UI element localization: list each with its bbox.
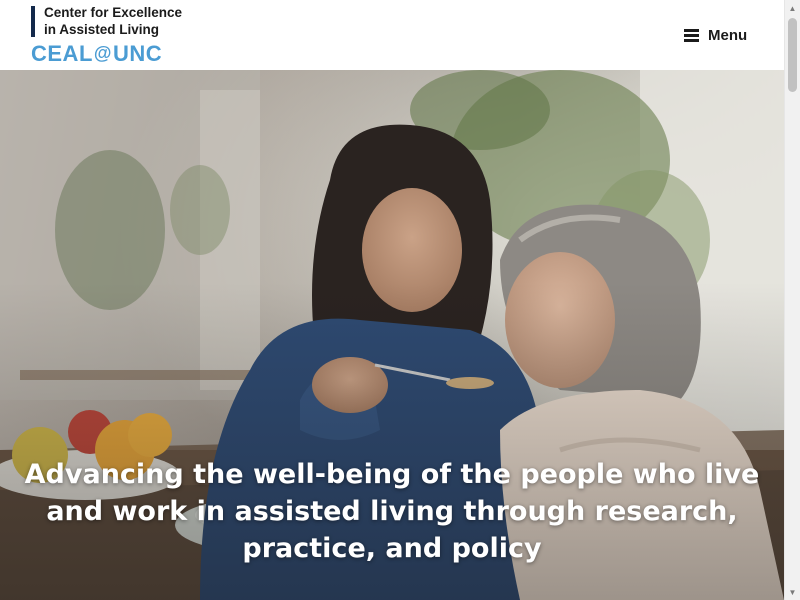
site-header: Center for Excellence in Assisted Living…	[0, 0, 784, 70]
menu-label: Menu	[708, 26, 748, 44]
hero-section: Advancing the well-being of the people w…	[0, 70, 784, 600]
logo-brand: CEAL@UNC	[31, 41, 162, 68]
hero-headline: Advancing the well-being of the people w…	[24, 459, 760, 564]
logo-accent-bar	[31, 6, 35, 37]
hamburger-icon	[684, 29, 699, 42]
page-scrollbar[interactable]: ▲ ▼	[784, 0, 800, 600]
logo-line-2: in Assisted Living	[44, 22, 160, 37]
arrow-down-icon[interactable]: ▼	[785, 584, 800, 600]
arrow-up-icon[interactable]: ▲	[785, 0, 800, 16]
logo-brand-right: UNC	[112, 41, 163, 66]
scrollbar-thumb[interactable]	[788, 18, 797, 92]
logo-brand-left: CEAL	[31, 41, 93, 66]
menu-button[interactable]: Menu	[684, 24, 760, 46]
logo-line-1: Center for Excellence	[44, 5, 183, 20]
site-logo[interactable]: Center for Excellence in Assisted Living…	[31, 5, 201, 67]
logo-brand-at: @	[93, 43, 112, 63]
